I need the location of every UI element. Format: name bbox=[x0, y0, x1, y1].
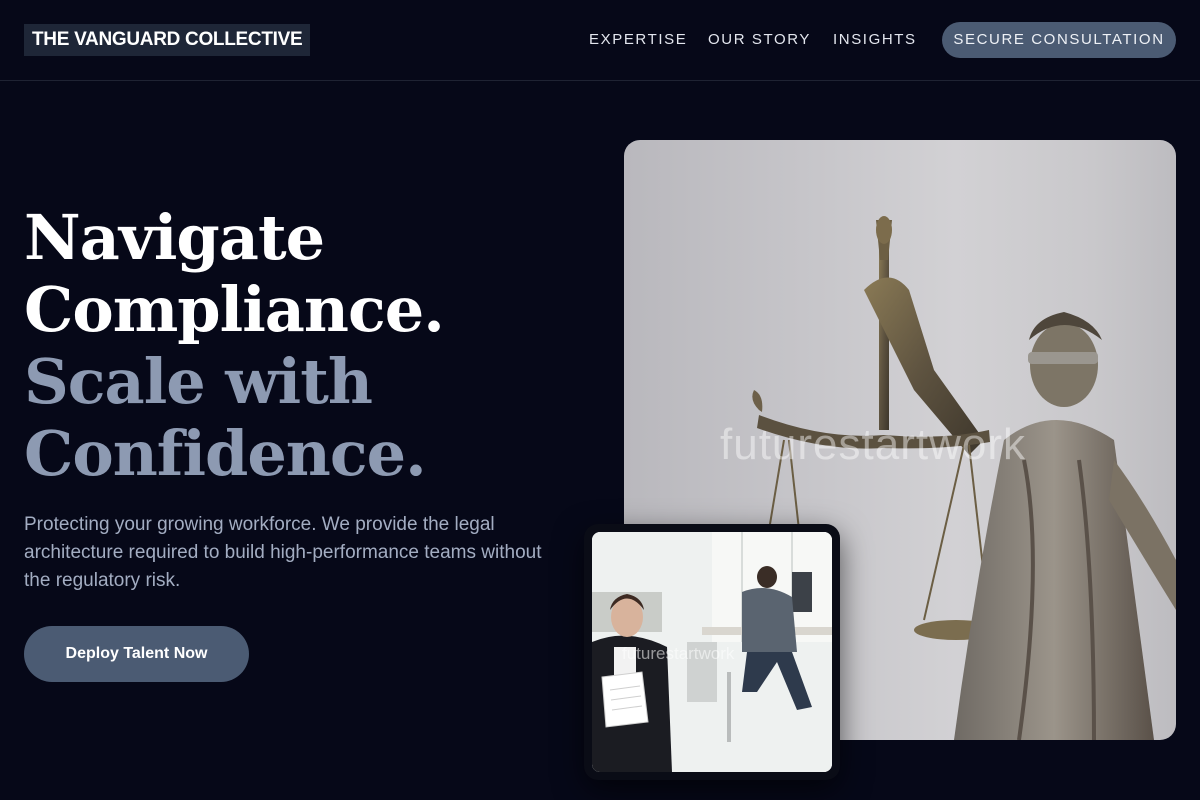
nav-link-insights[interactable]: INSIGHTS bbox=[833, 31, 917, 48]
deploy-talent-button[interactable]: Deploy Talent Now bbox=[24, 626, 249, 682]
headline-line-2: Compliance. bbox=[24, 273, 445, 346]
office-worker-image: futurestartwork bbox=[592, 532, 832, 772]
hero-subtext: Protecting your growing workforce. We pr… bbox=[24, 514, 542, 591]
headline-line-1: Navigate bbox=[24, 201, 325, 274]
secure-consultation-button[interactable]: SECURE CONSULTATION bbox=[942, 22, 1176, 58]
headline-line-4: Confidence. bbox=[24, 417, 427, 490]
inset-image-watermark: futurestartwork bbox=[622, 644, 735, 663]
nav-link-expertise[interactable]: EXPERTISE bbox=[589, 31, 687, 48]
nav-link-our-story[interactable]: OUR STORY bbox=[708, 31, 811, 48]
image-watermark: futurestartwork bbox=[720, 420, 1026, 469]
headline-line-3: Scale with bbox=[24, 345, 373, 418]
site-header: THE VANGUARD COLLECTIVE EXPERTISE OUR ST… bbox=[0, 0, 1200, 81]
brand-logo[interactable]: THE VANGUARD COLLECTIVE bbox=[24, 24, 311, 56]
hero-headline: Navigate Compliance. Scale with Confiden… bbox=[24, 202, 584, 490]
